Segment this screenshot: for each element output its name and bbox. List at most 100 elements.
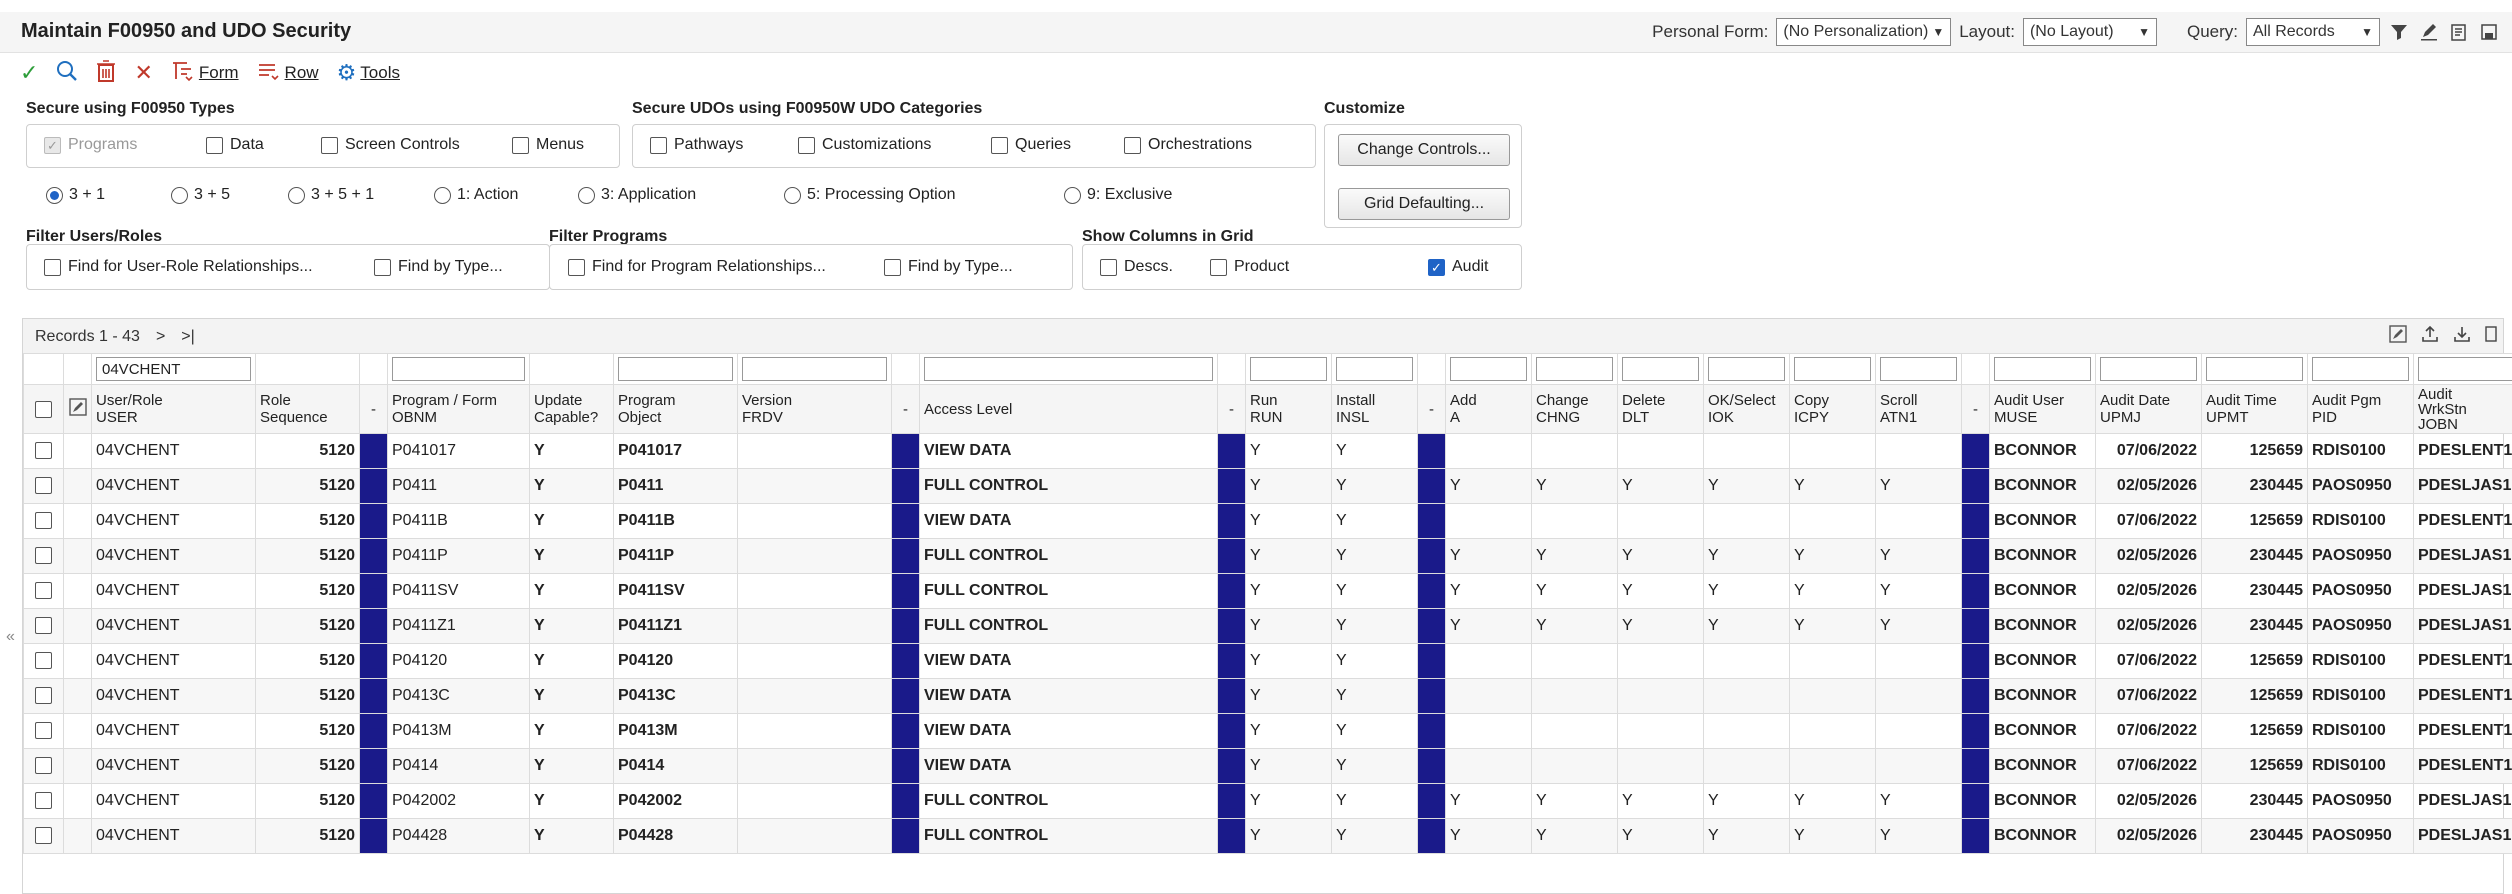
find-button[interactable] <box>50 58 84 88</box>
ok-button[interactable]: ✓ <box>14 58 44 88</box>
qbe-ok-select-input[interactable] <box>1708 357 1785 381</box>
cell-jobn[interactable]: PDESLJAS1 <box>2414 609 2512 644</box>
cell-upmt[interactable]: 125659 <box>2202 714 2308 749</box>
cell-seq[interactable]: 5120 <box>256 574 360 609</box>
col-install[interactable]: InstallINSL <box>1332 385 1418 434</box>
qbe-program-form-input[interactable] <box>392 357 525 381</box>
row-select-checkbox[interactable] <box>24 749 64 784</box>
change-controls-button[interactable]: Change Controls... <box>1338 134 1510 166</box>
cell-upd[interactable]: Y <box>530 609 614 644</box>
cell-obj[interactable]: P0413M <box>614 714 738 749</box>
cell-muse[interactable]: BCONNOR <box>1990 679 2096 714</box>
cell-upmt[interactable]: 230445 <box>2202 784 2308 819</box>
cell-pid[interactable]: PAOS0950 <box>2308 819 2414 854</box>
grid-defaulting-button[interactable]: Grid Defaulting... <box>1338 188 1510 220</box>
qbe-run-input[interactable] <box>1250 357 1327 381</box>
cell-jobn[interactable]: PDESLENT1 <box>2414 504 2512 539</box>
cell-obj[interactable]: P0413C <box>614 679 738 714</box>
radio-processing-option[interactable]: 5: Processing Option <box>784 186 956 204</box>
col-audit-user[interactable]: Audit UserMUSE <box>1990 385 2096 434</box>
cell-obj[interactable]: P0411B <box>614 504 738 539</box>
col-copy[interactable]: CopyICPY <box>1790 385 1876 434</box>
cell-access[interactable]: VIEW DATA <box>920 644 1218 679</box>
qbe-audit-date-input[interactable] <box>2100 357 2197 381</box>
cell-upd[interactable]: Y <box>530 504 614 539</box>
pathways-checkbox[interactable]: Pathways <box>650 136 743 154</box>
find-user-role-relationships-checkbox[interactable]: Find for User-Role Relationships... <box>44 258 313 276</box>
row-select-checkbox[interactable] <box>24 644 64 679</box>
tools-menu[interactable]: ⚙ Tools <box>331 58 406 88</box>
radio-3-5[interactable]: 3 + 5 <box>171 186 230 204</box>
radio-exclusive[interactable]: 9: Exclusive <box>1064 186 1172 204</box>
filter-icon[interactable] <box>2388 21 2410 43</box>
radio-application[interactable]: 3: Application <box>578 186 696 204</box>
cell-upmj[interactable]: 02/05/2026 <box>2096 539 2202 574</box>
cell-upmt[interactable]: 230445 <box>2202 819 2308 854</box>
descs-checkbox[interactable]: Descs. <box>1100 258 1173 276</box>
cell-upmt[interactable]: 230445 <box>2202 609 2308 644</box>
qbe-version-input[interactable] <box>742 357 887 381</box>
col-program-form[interactable]: Program / FormOBNM <box>388 385 530 434</box>
cell-access[interactable]: VIEW DATA <box>920 749 1218 784</box>
cell-access[interactable]: VIEW DATA <box>920 679 1218 714</box>
col-program-object[interactable]: ProgramObject <box>614 385 738 434</box>
col-ok-select[interactable]: OK/SelectIOK <box>1704 385 1790 434</box>
cell-pid[interactable]: RDIS0100 <box>2308 749 2414 784</box>
cell-muse[interactable]: BCONNOR <box>1990 574 2096 609</box>
cell-pid[interactable]: RDIS0100 <box>2308 504 2414 539</box>
qbe-toggle-icon[interactable] <box>64 385 92 434</box>
cell-upd[interactable]: Y <box>530 434 614 469</box>
cell-muse[interactable]: BCONNOR <box>1990 749 2096 784</box>
cell-upd[interactable]: Y <box>530 784 614 819</box>
qbe-install-input[interactable] <box>1336 357 1413 381</box>
cell-upmj[interactable]: 07/06/2022 <box>2096 434 2202 469</box>
menus-checkbox[interactable]: Menus <box>512 136 584 154</box>
cell-jobn[interactable]: PDESLENT1 <box>2414 434 2512 469</box>
cell-seq[interactable]: 5120 <box>256 714 360 749</box>
cell-obj[interactable]: P0411 <box>614 469 738 504</box>
save-query-icon[interactable] <box>2478 21 2500 43</box>
cell-muse[interactable]: BCONNOR <box>1990 434 2096 469</box>
radio-3-5-1[interactable]: 3 + 5 + 1 <box>288 186 374 204</box>
data-checkbox[interactable]: Data <box>206 136 264 154</box>
col-change[interactable]: ChangeCHNG <box>1532 385 1618 434</box>
cell-seq[interactable]: 5120 <box>256 469 360 504</box>
cell-access[interactable]: VIEW DATA <box>920 714 1218 749</box>
cell-obj[interactable]: P04428 <box>614 819 738 854</box>
cell-upmt[interactable]: 125659 <box>2202 679 2308 714</box>
cell-obj[interactable]: P0411P <box>614 539 738 574</box>
col-scroll[interactable]: ScrollATN1 <box>1876 385 1962 434</box>
row-menu[interactable]: Row <box>251 58 325 88</box>
qbe-user-input[interactable]: 04VCHENT <box>96 357 251 381</box>
cell-access[interactable]: VIEW DATA <box>920 504 1218 539</box>
cell-upmj[interactable]: 02/05/2026 <box>2096 574 2202 609</box>
cell-muse[interactable]: BCONNOR <box>1990 504 2096 539</box>
export-icon[interactable] <box>2485 325 2497 348</box>
close-button[interactable]: ✕ <box>128 58 158 88</box>
cell-upd[interactable]: Y <box>530 819 614 854</box>
qbe-access-level-input[interactable] <box>924 357 1213 381</box>
row-select-checkbox[interactable] <box>24 539 64 574</box>
col-run[interactable]: RunRUN <box>1246 385 1332 434</box>
cell-upmj[interactable]: 07/06/2022 <box>2096 749 2202 784</box>
col-add[interactable]: AddA <box>1446 385 1532 434</box>
cell-upmt[interactable]: 125659 <box>2202 504 2308 539</box>
manage-query-icon[interactable] <box>2448 21 2470 43</box>
cell-seq[interactable]: 5120 <box>256 784 360 819</box>
customizations-checkbox[interactable]: Customizations <box>798 136 931 154</box>
form-menu[interactable]: Form <box>165 58 245 88</box>
radio-action[interactable]: 1: Action <box>434 186 518 204</box>
find-program-relationships-checkbox[interactable]: Find for Program Relationships... <box>568 258 826 276</box>
cell-upmt[interactable]: 125659 <box>2202 434 2308 469</box>
cell-jobn[interactable]: PDESLJAS1 <box>2414 469 2512 504</box>
table-row[interactable]: 04VCHENT5120P0413MYP0413MVIEW DATAYYBCON… <box>24 714 2512 749</box>
qbe-delete-input[interactable] <box>1622 357 1699 381</box>
qbe-audit-user-input[interactable] <box>1994 357 2091 381</box>
row-select-checkbox[interactable] <box>24 784 64 819</box>
upload-icon[interactable] <box>2421 325 2439 348</box>
cell-access[interactable]: FULL CONTROL <box>920 539 1218 574</box>
cell-obj[interactable]: P041017 <box>614 434 738 469</box>
row-select-checkbox[interactable] <box>24 504 64 539</box>
collapse-panel-icon[interactable]: « <box>6 628 15 646</box>
query-select[interactable]: All Records▼ <box>2246 18 2380 46</box>
